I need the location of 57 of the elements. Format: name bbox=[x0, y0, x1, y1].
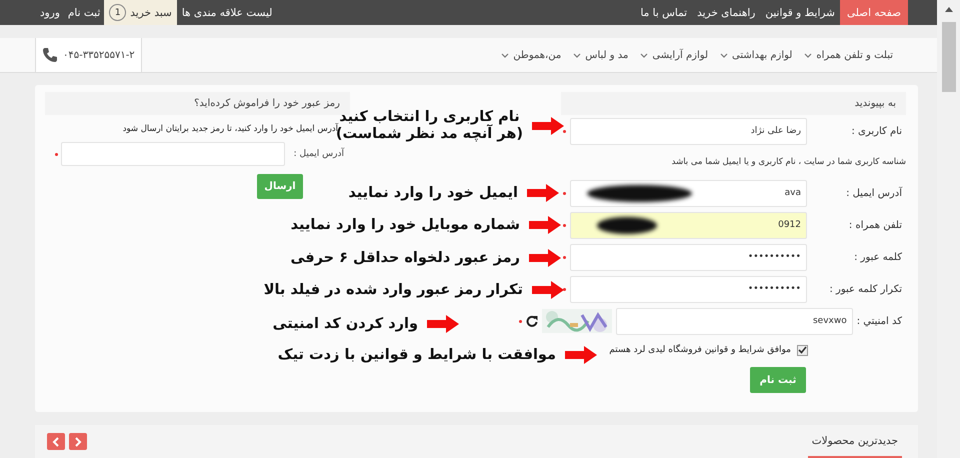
arrow-icon bbox=[528, 248, 562, 268]
cart-count: 1 bbox=[109, 4, 126, 21]
email-field[interactable] bbox=[60, 142, 285, 166]
form-title: به بپیوندید bbox=[561, 92, 906, 115]
arrow-icon bbox=[564, 345, 598, 365]
account-link[interactable]: ثبت نام bbox=[64, 0, 104, 25]
field-label: تکرار کلمه عبور : bbox=[828, 284, 903, 294]
arrow-icon bbox=[526, 183, 560, 203]
field-label: آدرس ایمیل : bbox=[292, 149, 344, 159]
field-label: کد امنیتي : bbox=[856, 316, 903, 326]
input-field[interactable]: 0912 bbox=[570, 212, 807, 238]
annotation-text: موافقت با شرایط و قوانین با زدت تیک bbox=[278, 346, 556, 364]
input-field[interactable]: •••••••••• bbox=[570, 276, 807, 302]
account-link[interactable]: ورود bbox=[36, 0, 64, 25]
phone-icon bbox=[42, 47, 58, 63]
wishlist-link[interactable]: لیست علاقه مندی ها bbox=[176, 0, 278, 25]
section-title: جدیدترین محصولات bbox=[808, 425, 902, 458]
annotation-text: شماره موبایل خود را وارد نمایید bbox=[290, 216, 520, 234]
refresh-icon bbox=[526, 315, 538, 327]
checkbox[interactable] bbox=[797, 344, 808, 356]
annotation-text: تکرار رمز عبور وارد شده در فیلد بالا bbox=[264, 282, 523, 298]
annotation-text: وارد کردن کد امنیتی bbox=[272, 316, 418, 332]
hint-text: شناسه کاربری شما در سایت ، نام کاربری و یا ایمیل شما می باشد bbox=[670, 156, 906, 169]
arrow-icon bbox=[426, 314, 460, 334]
menu-link[interactable]: تماس با ما bbox=[635, 0, 692, 25]
annotation-text: ایمیل خود را وارد نمایید bbox=[348, 184, 518, 202]
chevron-icon bbox=[573, 53, 582, 59]
chevron-icon bbox=[52, 436, 60, 446]
input-field[interactable]: رضا علی نژاد bbox=[570, 118, 807, 144]
panel-title: رمز عبور خود را فراموش کرده‌اید؟ bbox=[45, 92, 350, 115]
arrow-icon bbox=[531, 280, 565, 300]
category-link[interactable]: مد و لباس bbox=[573, 50, 628, 60]
field-label: تلفن همراه : bbox=[848, 220, 903, 230]
chevron-icon bbox=[804, 53, 812, 59]
input-field[interactable]: ava bbox=[570, 180, 807, 206]
menu-link[interactable]: راهنمای خرید bbox=[692, 0, 760, 25]
input-field[interactable]: sevxwo bbox=[616, 308, 853, 334]
chevron-icon bbox=[501, 53, 510, 59]
input-field[interactable]: •••••••••• bbox=[570, 244, 807, 270]
previous-button[interactable] bbox=[47, 433, 65, 450]
category-link[interactable]: من،هموطن bbox=[501, 50, 562, 60]
next-button[interactable] bbox=[69, 433, 87, 450]
chevron-icon bbox=[74, 436, 82, 446]
arrow-icon bbox=[531, 116, 565, 136]
menu-link[interactable]: شرایط و قوانین bbox=[760, 0, 840, 25]
category-link[interactable]: لوازم آرایشی bbox=[640, 50, 708, 60]
checkbox-label: موافق شرایط و قوانین فروشگاه لیدی لرد هستم bbox=[609, 345, 791, 355]
arrow-icon bbox=[528, 215, 562, 235]
chevron-icon bbox=[720, 53, 728, 59]
category-link[interactable]: لوازم بهداشتی bbox=[720, 50, 792, 60]
category-link[interactable]: تبلت و تلفن همراه bbox=[804, 50, 893, 60]
phone-number: ۰۴۵-۳۳۵۲۵۵۷۱-۲ bbox=[63, 50, 135, 60]
field-label: کلمه عبور : bbox=[853, 252, 903, 262]
annotation-text: رمز عبور دلخواه حداقل ۶ حرفی bbox=[290, 250, 520, 266]
field-label: نام کاربری : bbox=[850, 126, 903, 136]
field-label: آدرس ایمیل : bbox=[845, 188, 904, 198]
chevron-icon bbox=[640, 53, 648, 59]
